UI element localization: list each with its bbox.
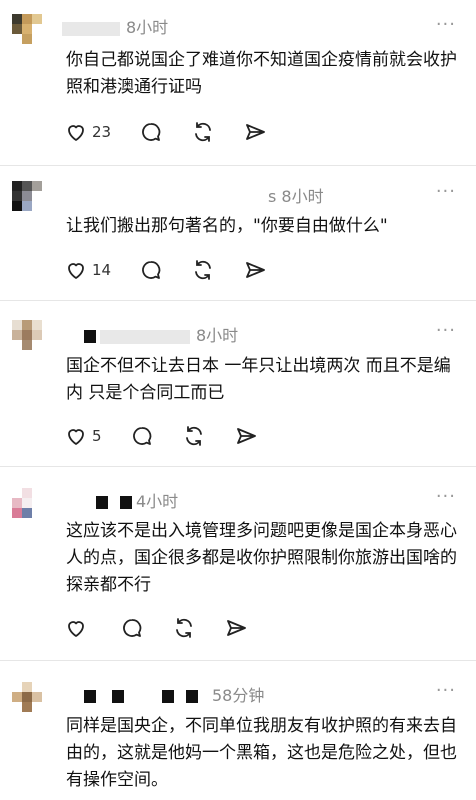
comment-time: 8小时 <box>126 18 169 37</box>
redacted-username <box>112 690 124 703</box>
comment-item: 8小时 ··· 你自己都说国企了难道你不知道国企疫情前就会收护照和港澳通行证吗 … <box>0 0 476 166</box>
more-icon[interactable]: ··· <box>436 680 456 701</box>
comment-text: 国企不但不让去日本 一年只让出境两次 而且不是编内 只是个合同工而已 <box>66 356 451 403</box>
redacted-username <box>120 496 132 509</box>
heart-icon <box>68 263 84 279</box>
avatar[interactable] <box>12 488 42 518</box>
comment-time: s 8小时 <box>268 187 324 206</box>
comment-meta: 4小时 <box>62 488 178 512</box>
share-button[interactable] <box>234 424 258 448</box>
redacted-username <box>162 690 174 703</box>
comment-button[interactable] <box>130 424 154 448</box>
comment-item: 58分钟 ··· 同样是国央企，不同单位我朋友有收护照的有来去自由的，这就是他妈… <box>0 660 476 800</box>
comment-item: s 8小时 ··· 让我们搬出那句著名的，"你要自由做什么" 14 <box>0 165 476 301</box>
comment-time: 58分钟 <box>212 686 265 705</box>
repost-button[interactable] <box>191 120 215 144</box>
repost-button[interactable] <box>191 258 215 282</box>
comment-meta: 8小时 <box>62 322 238 346</box>
comment-text: 这应该不是出入境管理多问题吧更像是国企本身恶心人的点，国企很多都是收你护照限制你… <box>66 521 457 595</box>
comment-item: 8小时 ··· 国企不但不让去日本 一年只让出境两次 而且不是编内 只是个合同工… <box>0 300 476 467</box>
like-count: 5 <box>92 427 102 445</box>
comment-time: 4小时 <box>136 492 179 511</box>
repost-button[interactable] <box>172 616 196 640</box>
comment-icon <box>132 427 151 445</box>
share-icon <box>236 428 256 444</box>
like-button[interactable]: 23 <box>64 120 111 144</box>
comment-meta: s 8小时 <box>62 183 324 207</box>
avatar[interactable] <box>12 682 42 712</box>
heart-icon <box>68 429 84 445</box>
comment-actions: 5 <box>64 424 286 448</box>
like-count: 14 <box>92 261 112 279</box>
comment-actions <box>64 616 276 640</box>
comment-meta: 58分钟 <box>62 682 264 706</box>
comment-icon <box>142 261 161 279</box>
more-icon[interactable]: ··· <box>436 320 456 341</box>
share-icon <box>246 262 265 278</box>
repost-icon <box>185 426 202 446</box>
avatar[interactable] <box>12 14 42 44</box>
comment-meta: 8小时 <box>62 14 168 38</box>
redacted-username <box>96 496 108 509</box>
more-icon[interactable]: ··· <box>436 181 456 202</box>
share-button[interactable] <box>243 258 267 282</box>
comment-item: 4小时 ··· 这应该不是出入境管理多问题吧更像是国企本身恶心人的点，国企很多都… <box>0 466 476 661</box>
redacted-username <box>84 690 96 703</box>
share-icon <box>246 124 265 140</box>
heart-icon <box>68 621 84 637</box>
share-icon <box>227 620 246 636</box>
comment-button[interactable] <box>139 120 163 144</box>
repost-icon <box>195 122 211 142</box>
like-button[interactable]: 5 <box>64 424 102 448</box>
comment-button[interactable] <box>139 258 163 282</box>
comment-text: 同样是国央企，不同单位我朋友有收护照的有来去自由的，这就是他妈一个黑箱，这也是危… <box>66 716 457 790</box>
repost-button[interactable] <box>182 424 206 448</box>
comment-text: 你自己都说国企了难道你不知道国企疫情前就会收护照和港澳通行证吗 <box>66 50 457 97</box>
more-icon[interactable]: ··· <box>436 14 456 35</box>
comment-text: 让我们搬出那句著名的，"你要自由做什么" <box>66 216 388 236</box>
more-icon[interactable]: ··· <box>436 486 456 507</box>
share-button[interactable] <box>243 120 267 144</box>
like-count: 23 <box>92 123 112 141</box>
comment-actions: 23 <box>64 120 295 144</box>
repost-icon <box>195 260 211 280</box>
redacted-username <box>186 690 198 703</box>
like-button[interactable]: 14 <box>64 258 111 282</box>
redacted-username <box>100 329 190 344</box>
share-button[interactable] <box>224 616 248 640</box>
comment-icon <box>123 619 142 637</box>
repost-icon <box>176 618 192 638</box>
heart-icon <box>68 125 84 141</box>
comment-button[interactable] <box>120 616 144 640</box>
redacted-username <box>62 191 262 205</box>
comment-time: 8小时 <box>196 326 239 345</box>
comment-icon <box>142 123 161 141</box>
comment-actions: 14 <box>64 258 295 282</box>
redacted-username <box>62 21 120 36</box>
like-button[interactable] <box>64 616 92 640</box>
avatar[interactable] <box>12 181 42 211</box>
avatar[interactable] <box>12 320 42 350</box>
redacted-username <box>84 330 96 343</box>
